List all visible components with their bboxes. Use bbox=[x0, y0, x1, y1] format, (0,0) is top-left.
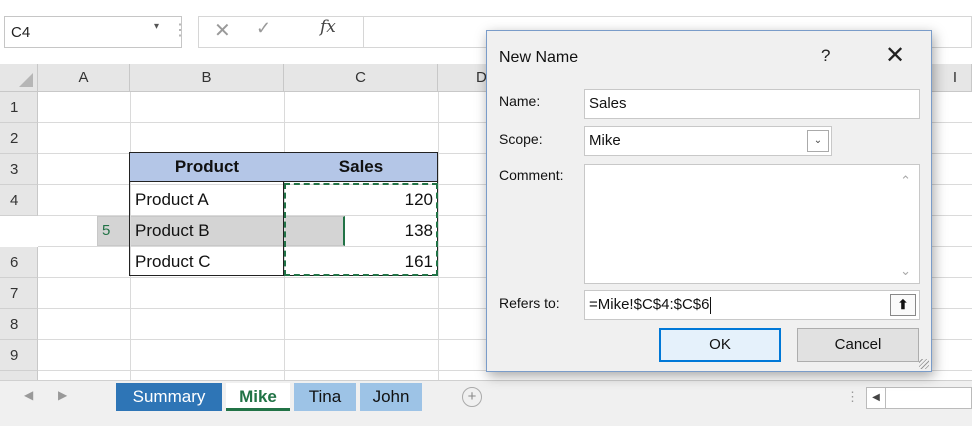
sheet-tab-tina[interactable]: Tina bbox=[294, 383, 356, 411]
row-header-7[interactable]: 7 bbox=[0, 278, 38, 309]
select-all-corner[interactable] bbox=[0, 64, 38, 92]
scroll-left-icon[interactable]: ◀ bbox=[866, 387, 886, 409]
status-bar bbox=[0, 414, 972, 426]
refers-to-label: Refers to: bbox=[499, 295, 560, 311]
new-name-dialog: New Name ? ✕ Name: Sales Scope: Mike ⌄ C… bbox=[486, 30, 932, 372]
split-handle-icon[interactable]: ⋮ bbox=[846, 389, 859, 405]
resize-grip-icon[interactable] bbox=[919, 359, 929, 369]
sheet-tab-bar: ◀ ▶ Summary Mike Tina John + ⋮ ◀ bbox=[0, 380, 972, 414]
row-header-3[interactable]: 3 bbox=[0, 154, 38, 185]
text-caret bbox=[710, 296, 712, 314]
row-header-8[interactable]: 8 bbox=[0, 309, 38, 340]
cancel-icon[interactable]: ✕ bbox=[214, 18, 231, 43]
sheet-tab-john[interactable]: John bbox=[360, 383, 422, 411]
scope-value: Mike bbox=[589, 132, 621, 149]
insert-function-icon[interactable]: fx bbox=[320, 17, 336, 37]
close-icon[interactable]: ✕ bbox=[885, 41, 905, 70]
horizontal-scrollbar[interactable] bbox=[886, 387, 972, 409]
row-header-1[interactable]: 1 bbox=[0, 92, 38, 123]
scope-label: Scope: bbox=[499, 131, 543, 147]
row-header-9[interactable]: 9 bbox=[0, 340, 38, 371]
scroll-tabs-left-icon[interactable]: ◀ bbox=[24, 388, 33, 402]
sheet-tab-summary[interactable]: Summary bbox=[116, 383, 222, 411]
refers-to-value: =Mike!$C$4:$C$6 bbox=[589, 296, 710, 313]
refers-to-input[interactable]: =Mike!$C$4:$C$6 ⬆ bbox=[584, 290, 920, 320]
help-icon[interactable]: ? bbox=[821, 46, 830, 66]
scroll-down-icon[interactable]: ⌄ bbox=[900, 263, 911, 279]
name-input[interactable]: Sales bbox=[584, 89, 920, 119]
cancel-button[interactable]: Cancel bbox=[797, 328, 919, 362]
scroll-tabs-right-icon[interactable]: ▶ bbox=[58, 388, 67, 402]
selection-marquee bbox=[284, 183, 438, 276]
ok-button[interactable]: OK bbox=[659, 328, 781, 362]
scroll-up-icon[interactable]: ⌃ bbox=[900, 173, 911, 189]
column-header-b[interactable]: B bbox=[130, 64, 284, 92]
collapse-dialog-icon[interactable]: ⬆ bbox=[890, 294, 916, 316]
sheet-tab-mike[interactable]: Mike bbox=[226, 383, 290, 411]
enter-check-icon[interactable]: ✓ bbox=[256, 18, 271, 39]
scope-select[interactable]: Mike ⌄ bbox=[584, 126, 832, 156]
name-box[interactable]: C4 ▾ bbox=[4, 16, 182, 48]
row-header-4[interactable]: 4 bbox=[0, 185, 38, 216]
add-sheet-icon[interactable]: + bbox=[462, 387, 482, 407]
comment-label: Comment: bbox=[499, 167, 564, 183]
row-header-10[interactable]: 10 bbox=[0, 371, 38, 380]
comment-textarea[interactable]: ⌃ ⌄ bbox=[584, 164, 920, 284]
chevron-down-icon[interactable]: ▾ bbox=[154, 21, 159, 32]
drag-handle-icon[interactable]: ⋮ bbox=[172, 20, 188, 40]
name-box-value: C4 bbox=[11, 24, 31, 41]
dialog-title: New Name bbox=[499, 49, 579, 66]
column-header-c[interactable]: C bbox=[284, 64, 438, 92]
chevron-down-icon[interactable]: ⌄ bbox=[807, 130, 829, 152]
gridline bbox=[438, 92, 439, 380]
column-header-a[interactable]: A bbox=[38, 64, 130, 92]
row-header-6[interactable]: 6 bbox=[0, 247, 38, 278]
row-header-2[interactable]: 2 bbox=[0, 123, 38, 154]
name-label: Name: bbox=[499, 93, 541, 109]
